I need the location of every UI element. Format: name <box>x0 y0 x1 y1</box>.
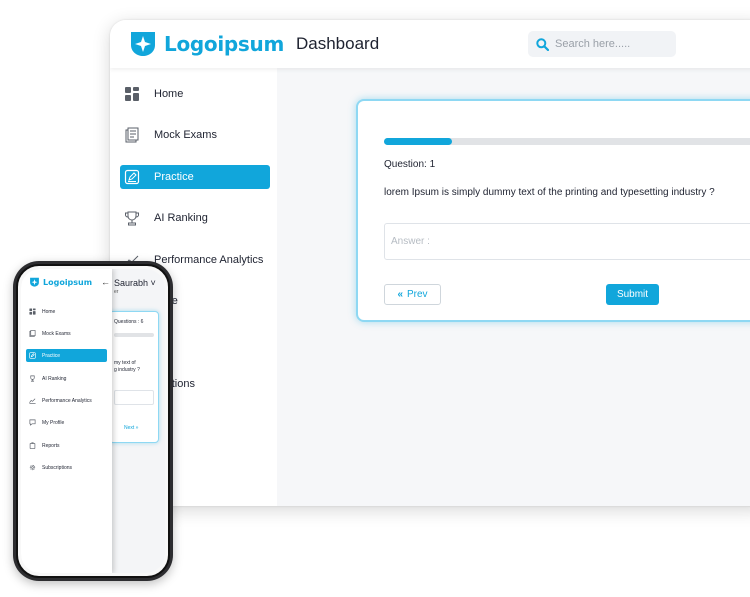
question-card: 17% Question: 1 lorem Ipsum is simply du… <box>356 99 750 322</box>
phone-nav-label: Reports <box>42 442 60 449</box>
phone-nav-drawer: Logoipsum ← Home Mock Exams Practice AI … <box>21 269 112 573</box>
next-label: Next <box>124 425 135 431</box>
prev-button-label: Prev <box>407 289 428 300</box>
answer-input[interactable] <box>391 236 750 247</box>
sidebar-item-label: Mock Exams <box>154 129 217 141</box>
phone-nav-label: Mock Exams <box>42 330 71 337</box>
trophy-icon <box>125 211 139 226</box>
top-bar: Logoipsum Dashboard <box>110 20 750 68</box>
trophy-icon <box>30 375 35 382</box>
phone-nav-item-ai-ranking[interactable]: AI Ranking <box>26 372 107 385</box>
exam-icon <box>29 330 36 337</box>
grid-icon <box>29 308 36 315</box>
phone-nav-item-subscriptions[interactable]: Subscriptions <box>26 461 107 474</box>
phone-question-line: my text of <box>114 360 136 366</box>
progress-fill: 17% <box>384 138 452 153</box>
arrow-left-icon[interactable]: ← <box>101 277 110 287</box>
brand-name: Logoipsum <box>43 277 93 287</box>
phone-nav-item-performance-analytics[interactable]: Performance Analytics <box>26 394 107 407</box>
answer-field[interactable] <box>384 223 750 260</box>
sidebar-item-label: AI Ranking <box>154 212 208 224</box>
sidebar-item-label: Practice <box>154 171 194 183</box>
phone-user-name[interactable]: Saurabh ˅ <box>114 278 156 288</box>
phone-screen: Saurabh ˅ er Questions : 6 my text of g … <box>21 269 165 573</box>
prev-button[interactable]: « Prev <box>384 284 441 305</box>
settings-icon <box>29 464 36 471</box>
phone-user-role: er <box>114 289 119 295</box>
phone-nav-label: AI Ranking <box>42 375 67 382</box>
phone-next-button[interactable]: Next » <box>124 425 138 431</box>
question-number: Question: 1 <box>384 159 436 170</box>
page-title: Dashboard <box>296 34 380 53</box>
pencil-icon <box>124 169 140 185</box>
sidebar-item-practice[interactable]: Practice <box>120 165 270 189</box>
chevron-down-icon: ˅ <box>150 278 156 288</box>
phone-question-count: Questions : 6 <box>114 319 144 325</box>
question-text: lorem Ipsum is simply dummy text of the … <box>384 187 715 198</box>
phone-nav-label: Home <box>42 308 56 315</box>
phone-frame: Saurabh ˅ er Questions : 6 my text of g … <box>13 261 173 581</box>
phone-nav-item-reports[interactable]: Reports <box>26 439 107 452</box>
sidebar-item-label: Home <box>154 88 184 100</box>
chat-icon <box>29 419 36 426</box>
phone-answer-field[interactable] <box>114 390 154 405</box>
phone-bezel: Saurabh ˅ er Questions : 6 my text of g … <box>16 264 170 578</box>
main-content: 17% Question: 1 lorem Ipsum is simply du… <box>277 68 750 506</box>
sidebar-item-label: Performance Analytics <box>154 254 264 266</box>
sidebar-item-mock-exams[interactable]: Mock Exams <box>120 123 270 147</box>
phone-question-line: g industry ? <box>114 367 140 373</box>
submit-button[interactable]: Submit <box>606 284 659 305</box>
exam-icon <box>125 127 139 143</box>
user-name-text: Saurabh <box>114 278 149 288</box>
brand-name: Logoipsum <box>164 31 284 56</box>
logo-mark-icon <box>30 277 39 287</box>
desktop-window: Logoipsum Dashboard Home Mock Exams <box>110 20 750 506</box>
phone-nav-label: Subscriptions <box>42 464 73 471</box>
search-input[interactable] <box>555 38 673 50</box>
progress-label: 17% <box>438 147 449 153</box>
double-chevron-right-icon: » <box>135 425 139 431</box>
phone-nav-item-practice[interactable]: Practice <box>26 349 107 362</box>
phone-nav-label: Performance Analytics <box>42 397 92 404</box>
logo-mark-icon <box>131 32 155 56</box>
chart-icon <box>29 398 36 404</box>
phone-nav-label: Practice <box>42 352 61 359</box>
progress-bar: 17% <box>384 138 750 153</box>
phone-progress-bar <box>114 333 154 337</box>
brand-logo[interactable]: Logoipsum <box>128 30 284 57</box>
sidebar-item-ai-ranking[interactable]: AI Ranking <box>120 206 270 230</box>
phone-question-text: my text of g industry ? <box>114 360 140 374</box>
phone-nav-item-home[interactable]: Home <box>26 305 107 318</box>
clipboard-icon <box>29 442 36 449</box>
phone-nav-item-mock-exams[interactable]: Mock Exams <box>26 327 107 340</box>
double-chevron-left-icon: « <box>397 289 403 300</box>
sidebar-item-home[interactable]: Home <box>120 82 270 106</box>
grid-icon <box>125 87 139 101</box>
phone-nav-item-my-profile[interactable]: My Profile <box>26 416 107 429</box>
submit-button-label: Submit <box>616 289 649 300</box>
pencil-icon <box>29 352 36 359</box>
phone-nav-label: My Profile <box>42 419 65 426</box>
search-box[interactable] <box>528 31 676 57</box>
phone-brand-logo[interactable]: Logoipsum <box>29 277 92 287</box>
search-icon <box>536 37 549 51</box>
phone-question-card: Questions : 6 my text of g industry ? Ne… <box>109 311 159 443</box>
